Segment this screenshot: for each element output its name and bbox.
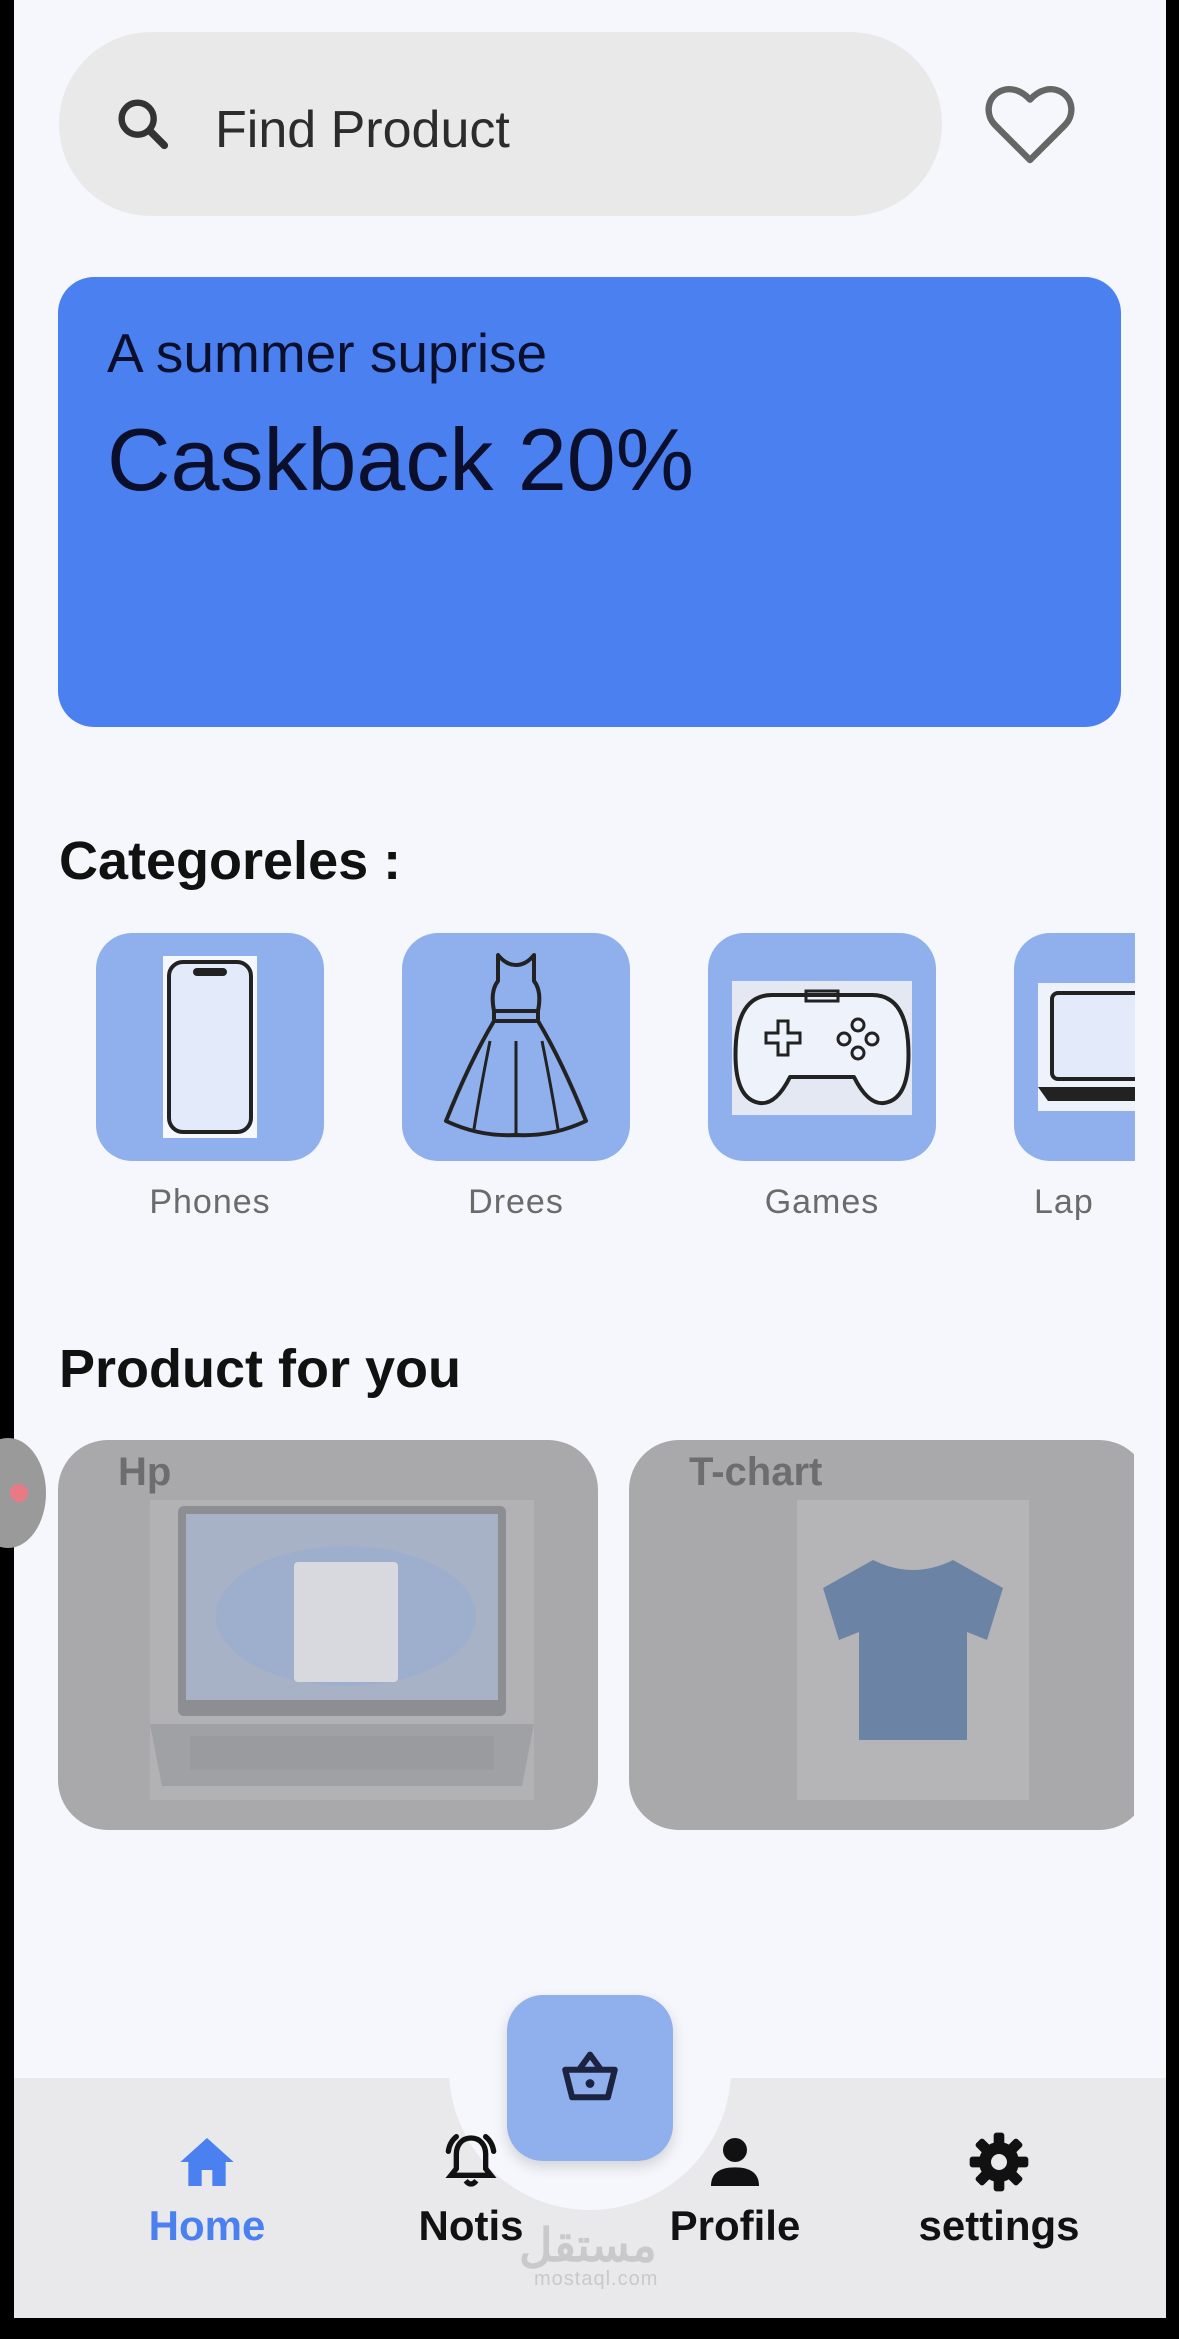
gear-icon	[969, 2132, 1029, 2192]
nav-profile[interactable]: Profile	[635, 2130, 835, 2250]
category-tile[interactable]	[708, 933, 936, 1161]
product-title: Hp	[118, 1450, 172, 1494]
banner-subtitle: A summer suprise	[107, 322, 548, 384]
nav-settings[interactable]: settings	[899, 2130, 1099, 2250]
screen-bottom-edge	[0, 2318, 1179, 2339]
category-games[interactable]: Games	[708, 933, 936, 1221]
nav-label: settings	[918, 2202, 1080, 2249]
home-icon	[180, 2138, 234, 2186]
category-dress[interactable]: Drees	[402, 933, 630, 1221]
watermark-logo: مستقل	[519, 2219, 657, 2271]
nav-label: Profile	[669, 2202, 801, 2249]
nav-home[interactable]: Home	[107, 2130, 307, 2250]
product-card-tshirt[interactable]: T-chart	[629, 1440, 1134, 1830]
category-tile[interactable]	[96, 933, 324, 1161]
gamepad-icon	[732, 981, 912, 1115]
category-tile[interactable]	[402, 933, 630, 1161]
category-label: Lap	[1034, 1183, 1094, 1221]
search-bar[interactable]: Find Product	[59, 32, 942, 216]
bell-icon	[445, 2134, 497, 2187]
laptop-image	[150, 1500, 534, 1800]
category-tile[interactable]	[1014, 933, 1135, 1161]
nav-label: Home	[148, 2202, 266, 2249]
tshirt-image	[797, 1500, 1029, 1800]
category-label: Games	[764, 1183, 880, 1221]
category-label: Phones	[149, 1183, 271, 1221]
products-list: Hp T-chart	[58, 1440, 1134, 1835]
phone-icon	[163, 956, 257, 1138]
watermark-url: mostaql.com	[534, 2268, 659, 2290]
laptop-icon	[1038, 983, 1135, 1111]
product-card-hp[interactable]: Hp	[58, 1440, 598, 1830]
app-screen: Find Product A summer suprise Caskback 2…	[14, 0, 1166, 2318]
basket-icon	[562, 2051, 618, 2101]
category-laptop[interactable]: Lap	[1014, 933, 1135, 1221]
product-title: T-chart	[689, 1450, 823, 1494]
categories-title: Categoreles :	[59, 831, 402, 891]
banner-title: Caskback 20%	[107, 410, 694, 509]
promo-banner[interactable]: A summer suprise Caskback 20%	[58, 277, 1121, 727]
category-phones[interactable]: Phones	[96, 933, 324, 1221]
products-title: Product for you	[59, 1339, 461, 1399]
category-label: Drees	[468, 1183, 564, 1221]
heart-icon[interactable]	[982, 78, 1078, 166]
search-input[interactable]: Find Product	[215, 100, 510, 160]
person-icon	[711, 2138, 759, 2186]
dress-icon	[444, 953, 588, 1138]
status-bar	[14, 0, 1166, 14]
categories-list: Phones Drees Games Lap	[59, 933, 1135, 1233]
search-icon	[118, 99, 169, 150]
